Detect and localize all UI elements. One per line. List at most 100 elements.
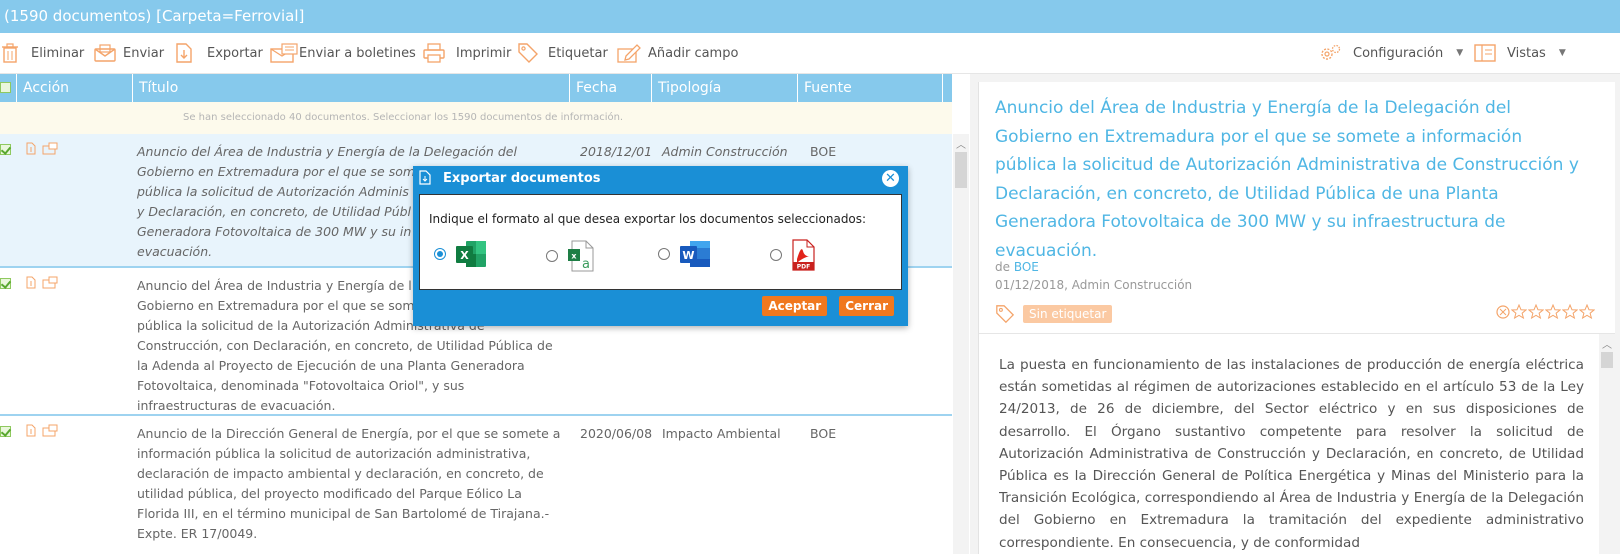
star-icon[interactable] bbox=[1545, 304, 1561, 319]
scrollbar-thumb[interactable] bbox=[1601, 352, 1613, 368]
tag-button[interactable]: Etiquetar bbox=[517, 33, 608, 73]
dialog-title: Exportar documentos bbox=[443, 171, 601, 186]
svg-text:PDF: PDF bbox=[797, 264, 810, 271]
export-doc-icon[interactable] bbox=[26, 276, 36, 289]
column-accion[interactable]: Acción bbox=[17, 74, 133, 102]
format-option-word[interactable]: W bbox=[658, 239, 712, 269]
toolbar: Eliminar Enviar Exportar Enviar a boleti… bbox=[0, 33, 1620, 74]
add-field-button[interactable]: Añadir campo bbox=[617, 33, 738, 73]
export-doc-icon[interactable] bbox=[26, 142, 36, 155]
selection-notice[interactable]: Se han seleccionado 40 documentos. Selec… bbox=[0, 102, 952, 134]
scrollbar-thumb[interactable] bbox=[955, 152, 967, 188]
delete-label: Eliminar bbox=[31, 45, 85, 61]
column-fuente[interactable]: Fuente bbox=[798, 74, 943, 102]
chevron-down-icon: ▼ bbox=[1558, 48, 1566, 58]
svg-text:x: x bbox=[571, 252, 577, 261]
row-checkbox[interactable] bbox=[0, 426, 11, 437]
views-menu[interactable]: Vistas ▼ bbox=[1474, 33, 1566, 73]
bulletin-icon[interactable] bbox=[42, 276, 58, 289]
trash-icon bbox=[2, 43, 18, 63]
selection-notice-text[interactable]: Se han seleccionado 40 documentos. Selec… bbox=[183, 102, 623, 134]
row-tipologia: Admin Construcción bbox=[662, 144, 788, 159]
bulletin-icon[interactable] bbox=[42, 142, 58, 155]
format-option-excel[interactable]: X bbox=[434, 239, 488, 269]
document-count: (1590 documentos) bbox=[4, 7, 152, 25]
excel-icon: X bbox=[456, 241, 486, 267]
export-button[interactable]: Exportar bbox=[176, 33, 263, 73]
format-radio[interactable] bbox=[658, 248, 670, 260]
add-field-label: Añadir campo bbox=[648, 45, 739, 61]
format-option-pdf[interactable]: PDF bbox=[770, 239, 816, 271]
tag-icon[interactable] bbox=[995, 304, 1015, 324]
bulletin-icon bbox=[270, 43, 298, 63]
source-link[interactable]: BOE bbox=[1014, 260, 1039, 274]
delete-button[interactable]: Eliminar bbox=[2, 33, 84, 73]
row-title[interactable]: Anuncio de la Dirección General de Energ… bbox=[137, 424, 567, 544]
clear-rating-icon[interactable] bbox=[1496, 304, 1510, 319]
export-dialog: Exportar documentos ✕ Indique el formato… bbox=[413, 166, 908, 326]
detail-source: de BOE bbox=[995, 260, 1039, 274]
detail-panel: Anuncio del Área de Industria y Energía … bbox=[970, 74, 1620, 554]
send-button[interactable]: Enviar bbox=[94, 33, 164, 73]
detail-scrollbar[interactable]: ︿ bbox=[1599, 334, 1615, 554]
chevron-up-icon[interactable]: ︿ bbox=[1602, 336, 1612, 351]
detail-tags: Sin etiquetar bbox=[995, 304, 1113, 324]
star-icon[interactable] bbox=[1528, 304, 1544, 319]
format-radio[interactable] bbox=[434, 248, 446, 260]
star-icon[interactable] bbox=[1562, 304, 1578, 319]
column-titulo[interactable]: Título bbox=[133, 74, 570, 102]
list-header: Acción Título Fecha Tipología Fuente bbox=[0, 74, 952, 102]
configuration-menu[interactable]: Configuración ▼ bbox=[1320, 33, 1463, 73]
export-doc-icon[interactable] bbox=[26, 424, 36, 437]
rating[interactable] bbox=[1496, 304, 1595, 319]
row-date: 2020/06/08 bbox=[580, 426, 653, 441]
detail-title[interactable]: Anuncio del Área de Industria y Energía … bbox=[995, 94, 1610, 265]
export-doc-icon bbox=[419, 170, 431, 185]
star-icon[interactable] bbox=[1579, 304, 1595, 319]
send-to-bulletins-button[interactable]: Enviar a boletines bbox=[270, 33, 416, 73]
svg-text:W: W bbox=[682, 249, 694, 262]
pdf-icon: PDF bbox=[792, 239, 815, 271]
envelope-icon bbox=[94, 44, 116, 62]
close-icon[interactable]: ✕ bbox=[882, 170, 899, 187]
select-all-checkbox[interactable] bbox=[0, 82, 11, 93]
format-radio[interactable] bbox=[770, 249, 782, 261]
row-checkbox[interactable] bbox=[0, 278, 11, 289]
export-label: Exportar bbox=[207, 45, 263, 61]
list-scrollbar[interactable]: ︿ bbox=[953, 134, 969, 554]
views-icon bbox=[1474, 44, 1496, 62]
print-button[interactable]: Imprimir bbox=[423, 33, 511, 73]
dialog-body: Indique el formato al que desea exportar… bbox=[419, 194, 902, 290]
chevron-up-icon[interactable]: ︿ bbox=[956, 136, 966, 151]
divider bbox=[979, 333, 1615, 334]
row-fuente: BOE bbox=[810, 426, 837, 441]
detail-body: La puesta en funcionamiento de las insta… bbox=[999, 357, 1584, 551]
edit-field-icon bbox=[617, 44, 641, 63]
star-icon[interactable] bbox=[1511, 304, 1527, 319]
format-radio[interactable] bbox=[546, 250, 558, 262]
column-fecha[interactable]: Fecha bbox=[570, 74, 652, 102]
send-label: Enviar bbox=[123, 45, 165, 61]
no-tags-badge[interactable]: Sin etiquetar bbox=[1023, 305, 1113, 323]
print-label: Imprimir bbox=[456, 45, 512, 61]
printer-icon bbox=[423, 43, 445, 63]
dialog-question: Indique el formato al que desea exportar… bbox=[429, 212, 867, 226]
format-option-excel-data[interactable]: xa bbox=[546, 239, 596, 273]
close-button[interactable]: Cerrar bbox=[839, 296, 894, 316]
row-tipologia: Impacto Ambiental bbox=[662, 426, 781, 441]
word-icon: W bbox=[680, 241, 710, 267]
table-row[interactable]: Anuncio de la Dirección General de Energ… bbox=[0, 416, 952, 554]
chevron-down-icon: ▼ bbox=[1456, 48, 1464, 58]
row-checkbox[interactable] bbox=[0, 144, 11, 155]
gears-icon bbox=[1321, 44, 1341, 60]
column-tipologia[interactable]: Tipología bbox=[652, 74, 798, 102]
excel-text-icon: xa bbox=[568, 240, 594, 272]
tag-icon bbox=[518, 43, 538, 63]
folder-filter: [Carpeta=Ferrovial] bbox=[156, 7, 305, 25]
bulletin-icon[interactable] bbox=[42, 424, 58, 437]
select-all-column[interactable] bbox=[0, 74, 17, 102]
svg-text:X: X bbox=[460, 249, 469, 262]
row-date: 2018/12/01 bbox=[580, 144, 653, 159]
accept-button[interactable]: Aceptar bbox=[762, 296, 828, 316]
svg-text:a: a bbox=[582, 257, 590, 272]
